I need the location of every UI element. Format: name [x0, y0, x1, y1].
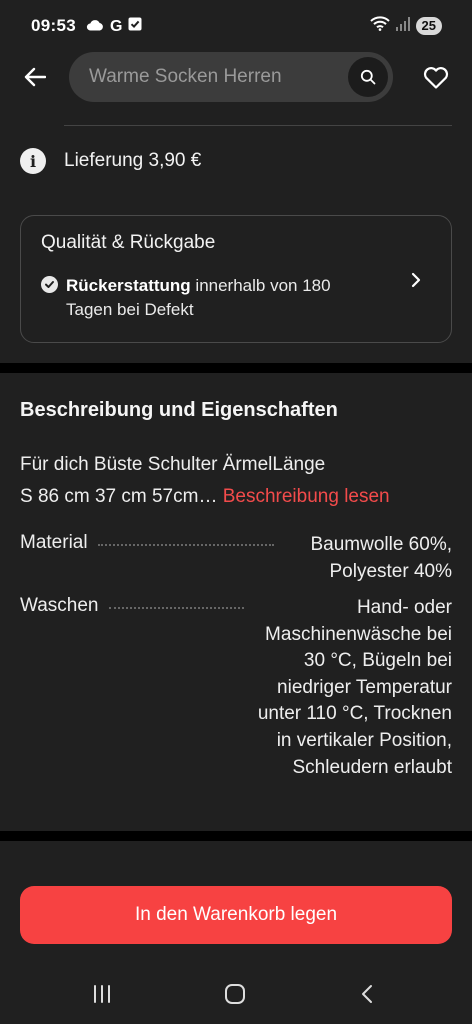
dotted-leader [97, 532, 274, 546]
heart-icon [423, 66, 449, 89]
section-separator [0, 831, 472, 841]
section-separator [0, 363, 472, 373]
recent-apps-icon [94, 985, 110, 1003]
carrier-letter: G [110, 17, 123, 35]
info-icon: i [20, 148, 46, 174]
search-button[interactable] [348, 57, 388, 97]
favorite-button[interactable] [421, 62, 451, 92]
size-values-row: S 86 cm 37 cm 57cm… Beschreibung lesen [20, 486, 390, 508]
nav-back-icon [362, 985, 372, 1003]
quality-title: Qualität & Rückgabe [41, 232, 216, 253]
dotted-leader [108, 595, 244, 609]
battery-level: 25 [415, 17, 442, 35]
checkbox-icon [128, 17, 142, 36]
attribute-row-material: Material Baumwolle 60%, Polyester 40% [20, 532, 452, 585]
search-query: Warme Socken Herren [89, 66, 282, 87]
description-title: Beschreibung und Eigenschaften [20, 399, 338, 421]
refund-bold: Rückerstattung [66, 276, 191, 295]
quality-return-card[interactable]: Qualität & Rückgabe Rückerstattung inner… [20, 215, 452, 343]
header: Warme Socken Herren [0, 52, 472, 104]
attribute-value: Hand- oder Maschinenwäsche bei 30 °C, Bü… [257, 597, 452, 778]
delivery-info: i Lieferung 3,90 € [20, 146, 201, 176]
attribute-key: Material [20, 532, 88, 553]
attribute-row-washing: Waschen Hand- oder Maschinenwäsche bei 3… [20, 595, 452, 781]
recent-apps-button[interactable] [87, 982, 117, 1006]
size-values: S 86 cm 37 cm 57cm… [20, 486, 223, 507]
nav-back-button[interactable] [352, 982, 382, 1006]
system-nav-bar [0, 962, 472, 1024]
refund-info: Rückerstattung innerhalb von 180 Tagen b… [41, 274, 381, 322]
status-bar: 09:53 G 25 [0, 0, 472, 52]
product-detail-page: 09:53 G 25 Warme Socken Herren i Lieferu… [0, 0, 472, 1024]
home-icon [225, 984, 245, 1004]
status-system-icons: 25 [369, 16, 442, 36]
check-circle-icon [41, 276, 58, 293]
status-time: 09:53 [31, 16, 76, 35]
add-to-cart-button[interactable]: In den Warenkorb legen [20, 886, 452, 944]
status-notifications: G [86, 17, 142, 36]
chevron-right-icon [407, 268, 425, 292]
size-headers: Für dich Büste Schulter ÄrmelLänge [20, 454, 326, 475]
wifi-icon [369, 16, 390, 36]
search-icon [360, 69, 376, 85]
refund-text: Rückerstattung innerhalb von 180 Tagen b… [66, 274, 381, 322]
signal-icon [395, 16, 410, 36]
back-arrow-icon [24, 67, 46, 87]
attribute-key: Waschen [20, 595, 99, 616]
divider [64, 125, 452, 126]
delivery-text: Lieferung 3,90 € [64, 150, 202, 171]
attribute-value: Baumwolle 60%, Polyester 40% [310, 534, 452, 582]
search-input[interactable]: Warme Socken Herren [69, 52, 393, 102]
cloud-icon [86, 18, 104, 36]
back-button[interactable] [20, 62, 50, 92]
home-button[interactable] [220, 982, 250, 1006]
read-description-link[interactable]: Beschreibung lesen [223, 486, 390, 507]
